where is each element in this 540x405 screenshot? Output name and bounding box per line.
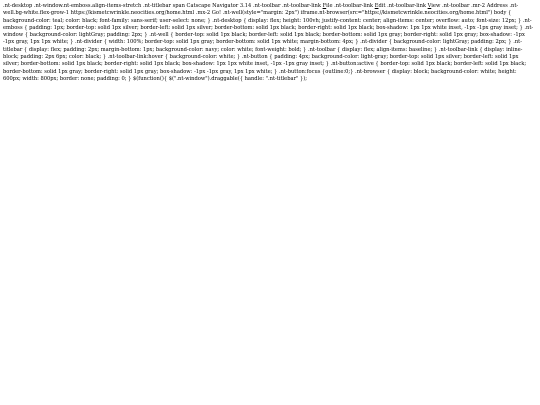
text-segment-6: iew .nt-toolbar .mr-2 Address .nt-well.b…: [3, 3, 534, 82]
raw-template-text: .nt-desktop .nt-window.nt-emboss.align-i…: [3, 3, 535, 83]
text-segment-2: ile .nt-toolbar-link: [326, 3, 375, 9]
text-segment-4: dit .nt-toolbar-link: [378, 3, 428, 9]
text-segment-0: .nt-desktop .nt-window.nt-emboss.align-i…: [3, 3, 323, 9]
